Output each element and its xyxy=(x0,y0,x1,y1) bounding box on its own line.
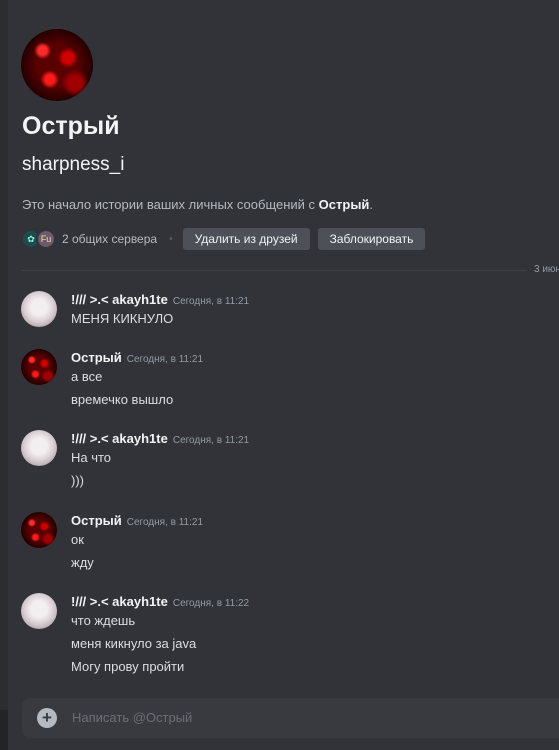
message-text: На что xyxy=(71,450,112,465)
profile-actions-row: ✿ Fu 2 общих сервера • Удалить из друзей… xyxy=(21,228,433,250)
mutual-server-icon[interactable]: Fu xyxy=(36,229,56,249)
date-divider-line xyxy=(22,270,527,271)
message-text: а все xyxy=(71,369,103,384)
message-timestamp: Сегодня, в 11:21 xyxy=(172,296,250,307)
message-author[interactable]: Острый xyxy=(71,350,122,365)
message-text: ок xyxy=(71,532,84,547)
user-avatar[interactable] xyxy=(21,349,57,385)
message-author[interactable]: !/// >.< akayh1te xyxy=(71,431,168,446)
user-avatar[interactable] xyxy=(21,430,57,466)
user-avatar[interactable] xyxy=(21,593,57,629)
intro-suffix: . xyxy=(369,197,374,212)
message-text: ))) xyxy=(71,473,84,488)
dm-intro-text: Это начало истории ваших личных сообщени… xyxy=(22,197,373,212)
message-composer[interactable]: + Написать @Острый xyxy=(22,698,559,738)
message-text: времечко вышло xyxy=(71,392,174,407)
separator-dot: • xyxy=(169,233,173,245)
message-text: что ждешь xyxy=(71,613,136,628)
block-button[interactable]: Заблокировать xyxy=(317,228,426,250)
message-header: Острый Сегодня, в 11:21 xyxy=(71,349,203,367)
message-text: МЕНЯ КИКНУЛО xyxy=(71,311,174,326)
mutual-servers-link[interactable]: 2 общих сервера xyxy=(62,232,157,246)
message-timestamp: Сегодня, в 11:21 xyxy=(126,517,204,528)
profile-avatar[interactable] xyxy=(21,29,93,101)
message-header: Острый Сегодня, в 11:21 xyxy=(71,512,203,530)
message-header: !/// >.< akayh1te Сегодня, в 11:21 xyxy=(71,430,249,448)
message-timestamp: Сегодня, в 11:22 xyxy=(172,598,250,609)
remove-friend-button[interactable]: Удалить из друзей xyxy=(182,228,310,250)
date-divider-label: 3 июн xyxy=(530,264,559,275)
message-header: !/// >.< akayh1te Сегодня, в 11:21 xyxy=(71,291,249,309)
user-avatar[interactable] xyxy=(21,291,57,327)
message-text: Могу прову пройти xyxy=(71,659,185,674)
server-sidebar-edge xyxy=(0,0,8,750)
message-text: меня кикнуло за java xyxy=(71,636,197,651)
intro-name: Острый xyxy=(318,197,370,212)
message-author[interactable]: !/// >.< akayh1te xyxy=(71,594,168,609)
plus-icon[interactable]: + xyxy=(37,708,57,728)
profile-username: sharpness_i xyxy=(22,154,125,175)
dm-channel: Острый sharpness_i Это начало истории ва… xyxy=(8,0,559,750)
message-input[interactable]: Написать @Острый xyxy=(72,710,192,725)
message-text: жду xyxy=(71,555,94,570)
user-avatar[interactable] xyxy=(21,512,57,548)
message-timestamp: Сегодня, в 11:21 xyxy=(126,354,204,365)
message-author[interactable]: Острый xyxy=(71,513,122,528)
message-author[interactable]: !/// >.< akayh1te xyxy=(71,292,168,307)
user-panel-edge xyxy=(0,710,8,750)
message-header: !/// >.< akayh1te Сегодня, в 11:22 xyxy=(71,593,249,611)
intro-prefix: Это начало истории ваших личных сообщени… xyxy=(22,197,319,212)
message-timestamp: Сегодня, в 11:21 xyxy=(172,435,250,446)
profile-display-name: Острый xyxy=(22,112,120,140)
